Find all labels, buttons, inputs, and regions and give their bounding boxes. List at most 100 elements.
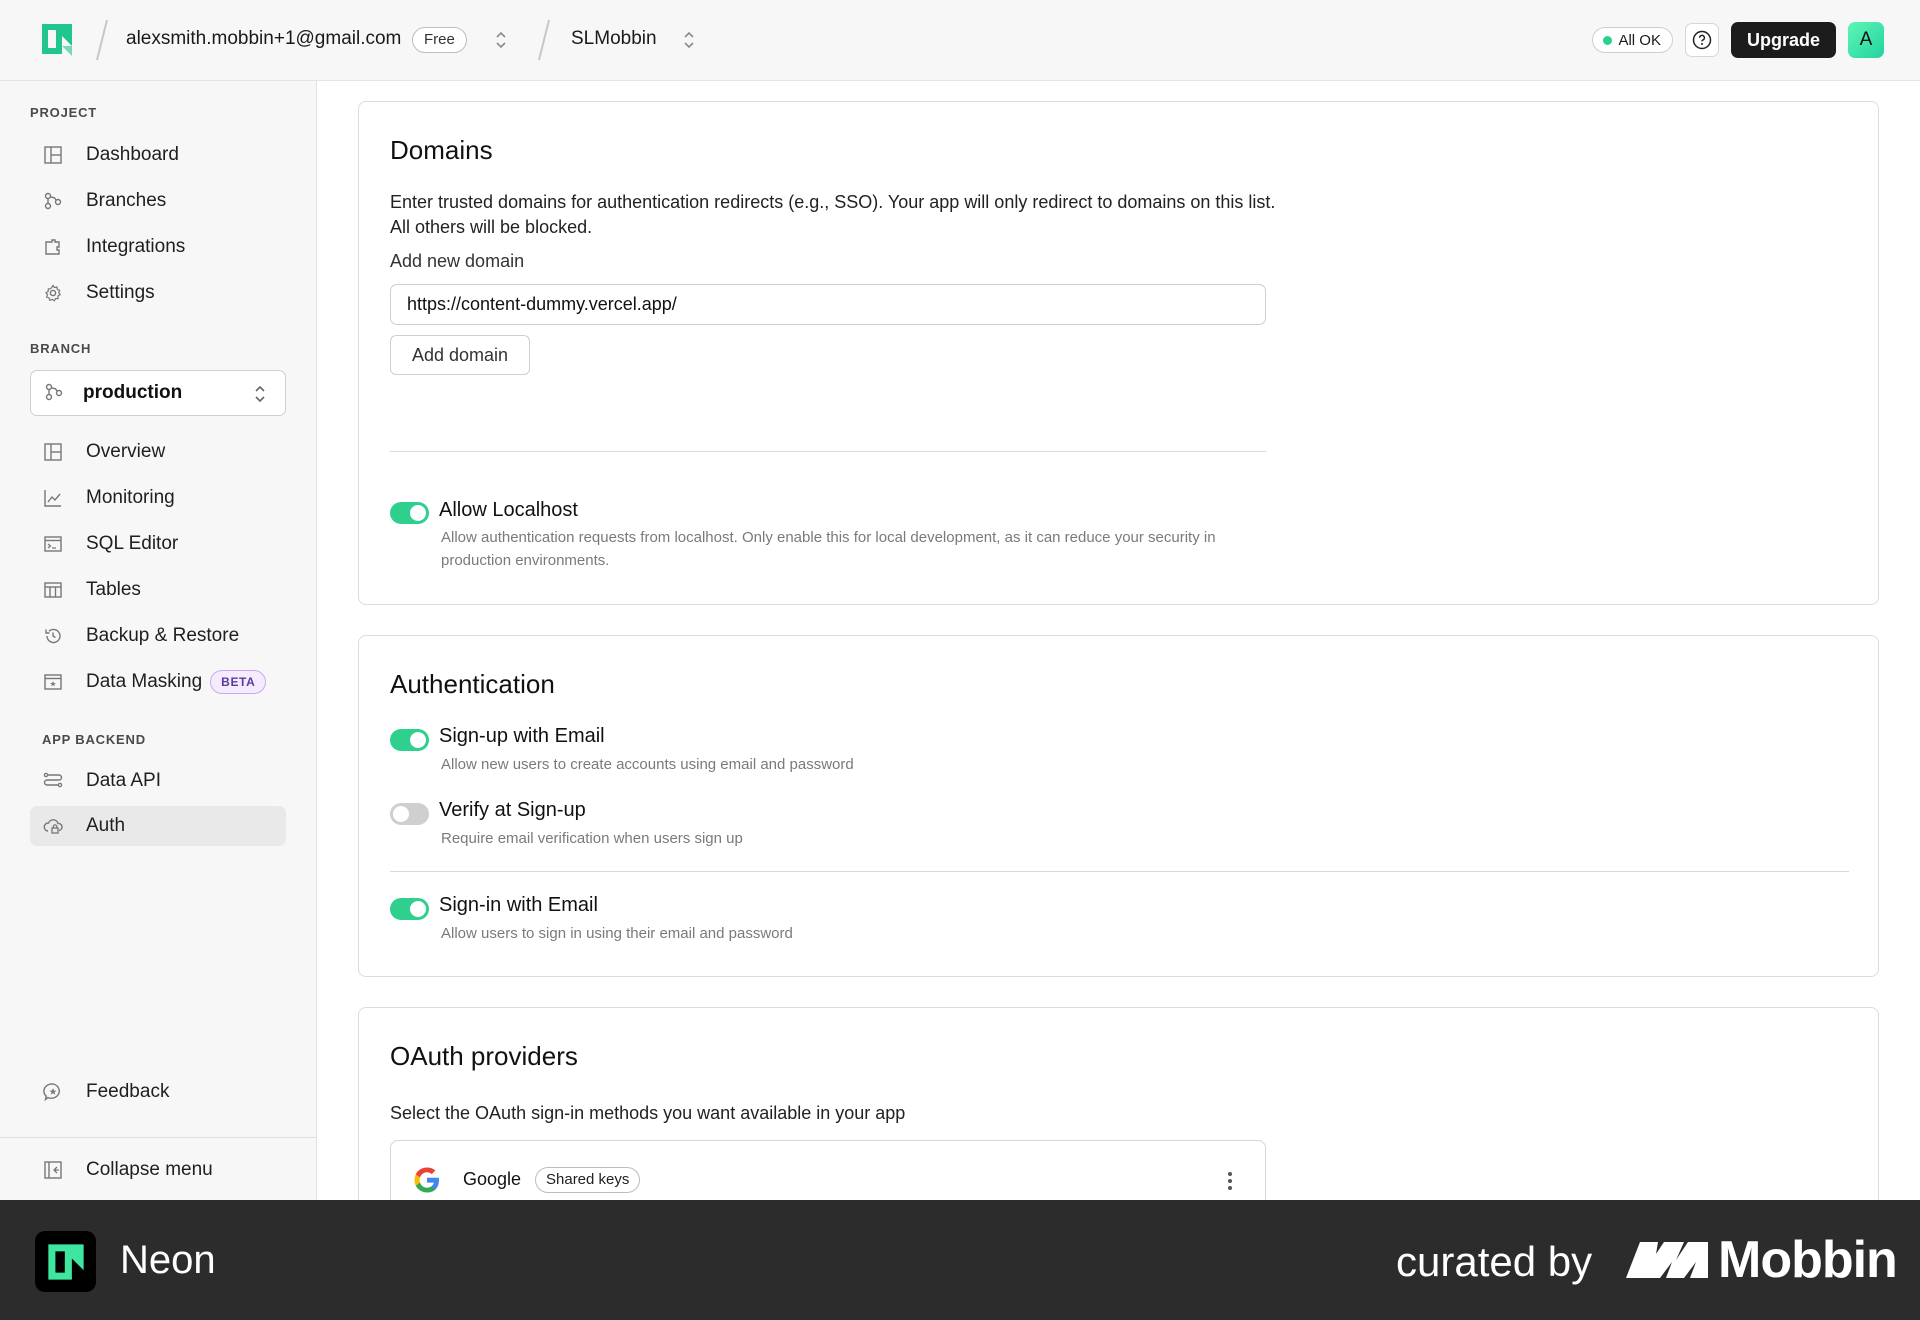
allow-localhost-toggle[interactable] (390, 502, 429, 524)
domain-input[interactable]: https://content-dummy.vercel.app/ (390, 284, 1266, 325)
feedback-button[interactable]: Feedback (30, 1072, 286, 1112)
signin-email-label: Sign-in with Email (439, 894, 598, 916)
domains-card: Domains Enter trusted domains for authen… (358, 101, 1879, 605)
branch-selector[interactable]: production (30, 370, 286, 416)
sidebar-item-integrations[interactable]: Integrations (30, 227, 286, 267)
collapse-menu-label: Collapse menu (86, 1159, 213, 1180)
upgrade-button[interactable]: Upgrade (1730, 22, 1836, 58)
sidebar-item-tables[interactable]: Tables (30, 570, 286, 610)
footer-banner: Neon curated by Mobbin (0, 1200, 1920, 1320)
authentication-card: Authentication Sign-up with Email Allow … (358, 635, 1879, 977)
app-name: Neon (120, 1238, 216, 1282)
verify-signup-label: Verify at Sign-up (439, 799, 586, 821)
account-email[interactable]: alexsmith.mobbin+1@gmail.com (126, 28, 401, 50)
signup-email-label: Sign-up with Email (439, 725, 605, 747)
project-switcher-icon[interactable] (682, 29, 696, 51)
history-icon (42, 625, 64, 647)
sidebar-item-data-api[interactable]: Data API (30, 761, 286, 801)
help-icon (1692, 30, 1712, 50)
dashboard-icon (42, 144, 64, 166)
sidebar-item-label: Monitoring (86, 487, 175, 508)
feedback-icon (42, 1081, 64, 1103)
sidebar-item-data-masking[interactable]: Data Masking BETA (30, 662, 286, 702)
signup-email-description: Allow new users to create accounts using… (441, 756, 854, 773)
top-right-actions: All OK Upgrade A (1592, 22, 1884, 58)
mobbin-logo-icon (1626, 1242, 1708, 1278)
oauth-description: Select the OAuth sign-in methods you wan… (390, 1103, 906, 1123)
mobbin-brand: Mobbin (1718, 1231, 1898, 1289)
sidebar: PROJECT Dashboard Branches Integrations … (0, 81, 317, 1200)
separator-slash (538, 18, 550, 62)
main-content: Domains Enter trusted domains for authen… (318, 81, 1920, 1200)
plan-badge: Free (412, 27, 467, 53)
branches-icon (42, 190, 64, 212)
allow-localhost-description: Allow authentication requests from local… (441, 529, 1216, 569)
verify-signup-toggle[interactable] (390, 803, 429, 825)
gear-icon (42, 282, 64, 304)
sidebar-item-label: Backup & Restore (86, 625, 240, 646)
api-icon (42, 770, 64, 792)
feedback-label: Feedback (86, 1081, 170, 1102)
top-bar: alexsmith.mobbin+1@gmail.com Free SLMobb… (0, 0, 1920, 81)
sidebar-item-label: SQL Editor (86, 533, 179, 554)
chart-icon (42, 487, 64, 509)
avatar[interactable]: A (1848, 22, 1884, 58)
google-icon (414, 1167, 439, 1193)
sidebar-item-dashboard[interactable]: Dashboard (30, 135, 286, 175)
authentication-title: Authentication (390, 669, 555, 699)
sidebar-item-label: Auth (86, 815, 126, 836)
oauth-provider-google[interactable]: Google Shared keys (390, 1140, 1266, 1200)
oauth-card: OAuth providers Select the OAuth sign-in… (358, 1007, 1879, 1200)
provider-name: Google (463, 1169, 522, 1189)
signup-email-toggle[interactable] (390, 729, 429, 751)
beta-badge: BETA (210, 670, 267, 694)
sidebar-item-branches[interactable]: Branches (30, 181, 286, 221)
sidebar-item-label: Tables (86, 579, 141, 600)
sidebar-item-label: Dashboard (86, 144, 179, 165)
section-title-app-backend: APP BACKEND (42, 732, 146, 747)
sidebar-item-label: Data API (86, 770, 161, 791)
domains-description: Enter trusted domains for authentication… (390, 192, 1276, 237)
help-button[interactable] (1684, 23, 1719, 57)
sidebar-item-label: Overview (86, 441, 166, 462)
add-domain-button[interactable]: Add domain (390, 335, 531, 375)
sidebar-item-auth[interactable]: Auth (30, 806, 286, 846)
domains-divider (390, 451, 1266, 452)
sidebar-item-label: Data Masking (86, 671, 203, 692)
section-title-project: PROJECT (30, 105, 98, 120)
branch-selector-value: production (83, 382, 183, 403)
neon-logo-icon[interactable] (40, 22, 74, 56)
sidebar-item-backup-restore[interactable]: Backup & Restore (30, 616, 286, 656)
project-name[interactable]: SLMobbin (571, 28, 657, 50)
terminal-icon (42, 533, 64, 555)
account-switcher-icon[interactable] (494, 29, 508, 51)
status-label: All OK (1618, 31, 1661, 49)
neon-logo-icon (35, 1231, 96, 1292)
allow-localhost-label: Allow Localhost (439, 499, 578, 521)
sidebar-divider (0, 1137, 317, 1138)
collapse-menu-button[interactable]: Collapse menu (30, 1150, 286, 1190)
curated-by-text: curated by (1396, 1238, 1593, 1285)
sidebar-item-settings[interactable]: Settings (30, 273, 286, 313)
sidebar-item-label: Integrations (86, 236, 186, 257)
signin-email-description: Allow users to sign in using their email… (441, 925, 793, 942)
domains-title: Domains (390, 135, 493, 165)
sidebar-item-overview[interactable]: Overview (30, 432, 286, 472)
add-domain-label: Add new domain (390, 251, 525, 271)
cloud-lock-icon (42, 815, 64, 837)
verify-signup-description: Require email verification when users si… (441, 830, 743, 847)
signin-email-toggle[interactable] (390, 898, 429, 920)
integrations-icon (42, 236, 64, 258)
status-dot-icon (1603, 35, 1613, 45)
auth-divider (390, 871, 1849, 872)
sidebar-item-label: Settings (86, 282, 155, 303)
branches-icon (45, 383, 65, 403)
chevron-updown-icon (255, 385, 265, 403)
separator-slash (96, 18, 108, 62)
status-badge[interactable]: All OK (1592, 27, 1673, 53)
sidebar-item-sql-editor[interactable]: SQL Editor (30, 524, 286, 564)
sidebar-item-monitoring[interactable]: Monitoring (30, 478, 286, 518)
more-options-icon[interactable] (1227, 1171, 1233, 1191)
sidebar-item-label: Branches (86, 190, 167, 211)
section-title-branch: BRANCH (30, 341, 92, 356)
